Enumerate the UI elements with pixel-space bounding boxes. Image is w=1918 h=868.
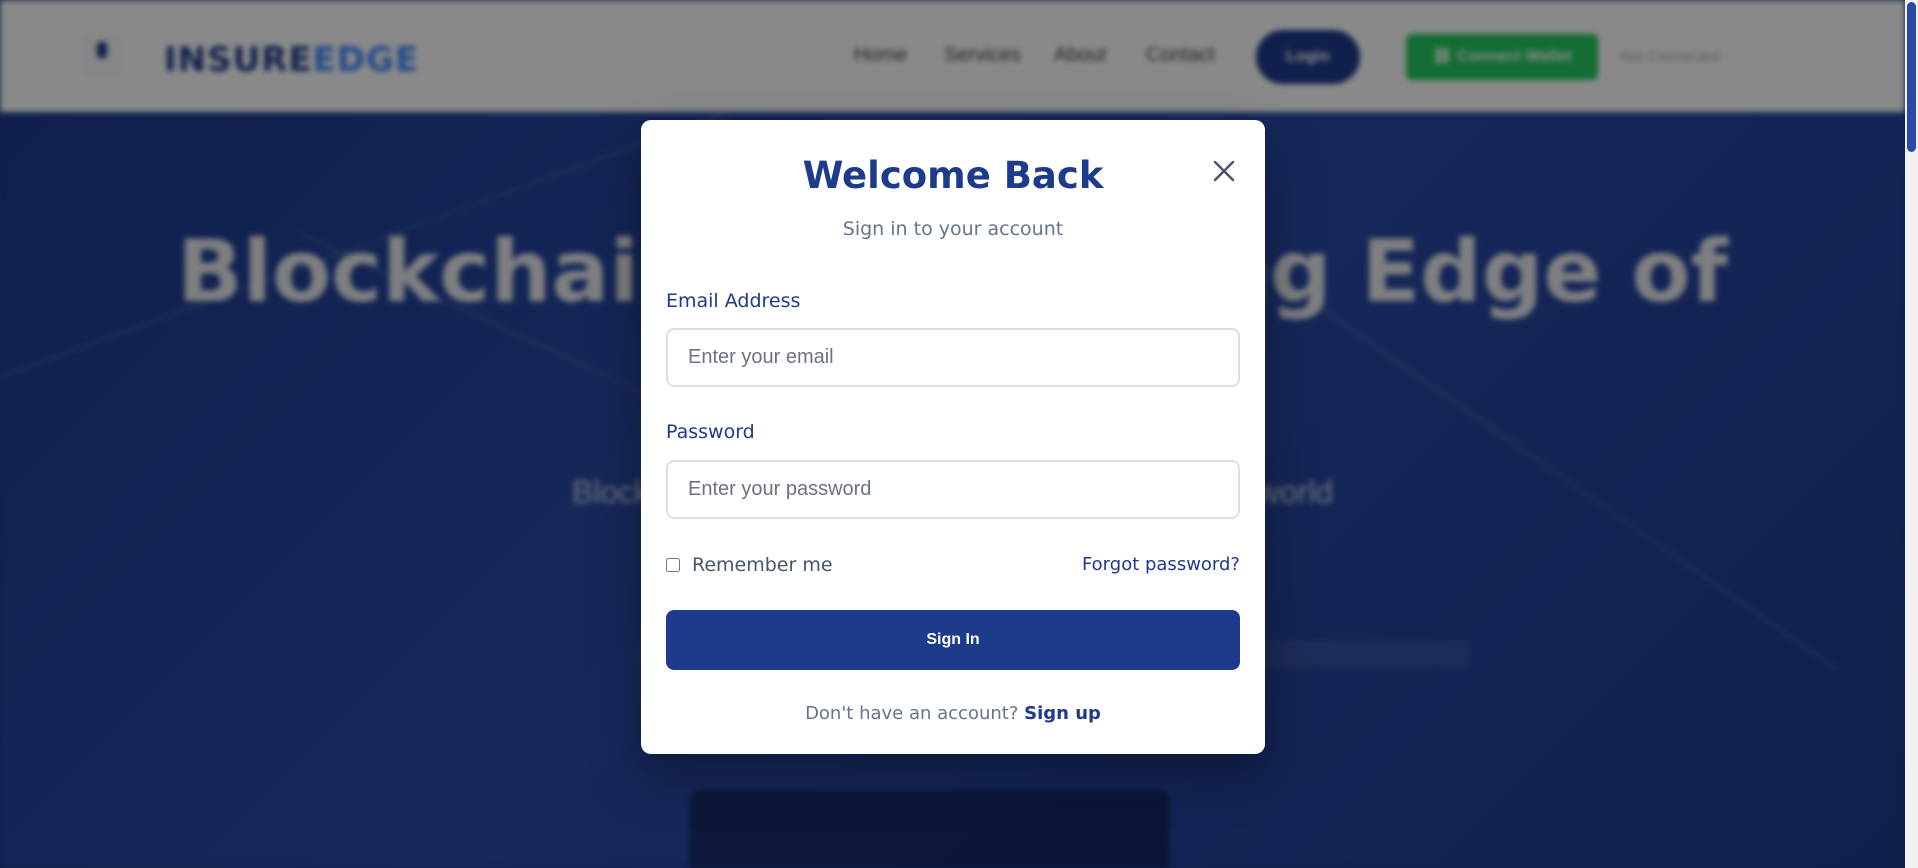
password-label: Password <box>666 421 755 443</box>
remember-me-checkbox[interactable] <box>666 558 680 572</box>
forgot-password-link[interactable]: Forgot password? <box>1082 554 1240 575</box>
sign-up-link[interactable]: Sign up <box>1024 703 1101 724</box>
login-modal: Welcome Back Sign in to your account Ema… <box>641 120 1265 754</box>
page-scrollbar[interactable] <box>1905 0 1918 868</box>
scrollbar-thumb[interactable] <box>1907 2 1916 152</box>
modal-title: Welcome Back <box>802 154 1104 197</box>
remember-me-label: Remember me <box>692 554 833 576</box>
email-field[interactable] <box>666 328 1240 387</box>
remember-me-option[interactable]: Remember me <box>666 554 833 576</box>
password-field[interactable] <box>666 460 1240 519</box>
email-label: Email Address <box>666 290 801 312</box>
modal-subtitle: Sign in to your account <box>842 218 1064 240</box>
sign-in-button[interactable]: Sign In <box>666 610 1240 670</box>
signup-prompt: Don't have an account? Sign up <box>641 703 1265 724</box>
signup-prompt-text: Don't have an account? <box>805 703 1025 724</box>
